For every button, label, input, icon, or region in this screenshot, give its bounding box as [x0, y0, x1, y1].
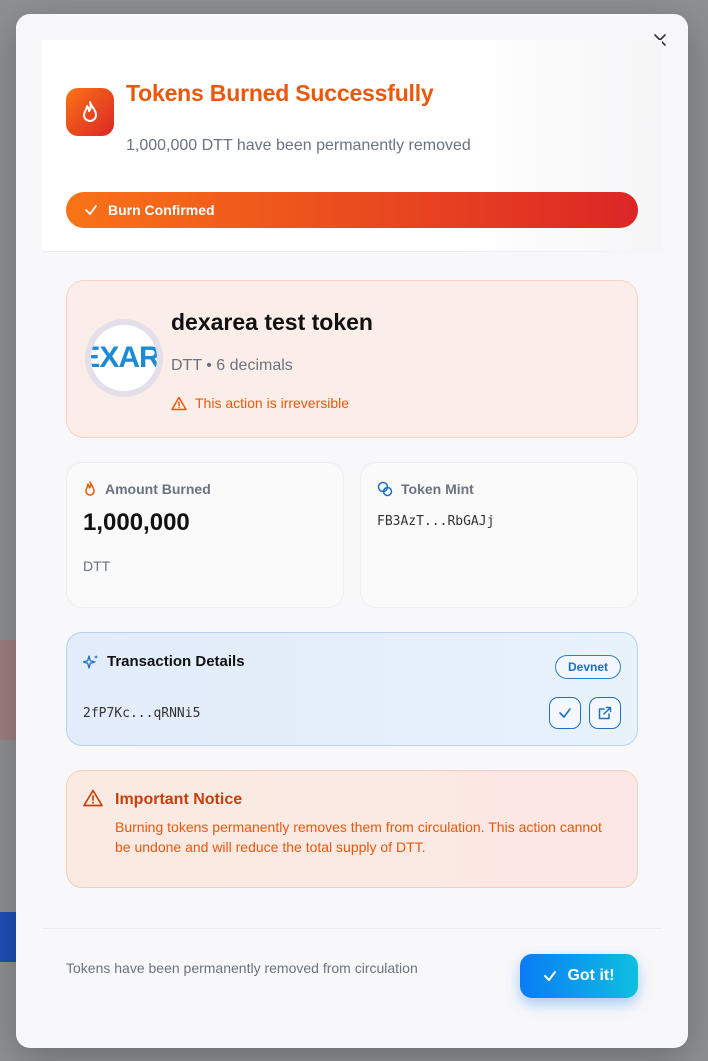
token-mint-label: Token Mint — [377, 481, 474, 497]
flame-icon — [83, 101, 97, 122]
background-element — [0, 640, 16, 740]
copy-hash-button[interactable] — [549, 697, 581, 729]
footer-text: Tokens have been permanently removed fro… — [66, 960, 418, 976]
view-explorer-button[interactable] — [589, 697, 621, 729]
transaction-title: Transaction Details — [83, 653, 245, 670]
footer-divider — [42, 928, 662, 929]
irreversible-warning: This action is irreversible — [171, 395, 349, 411]
burn-confirmed-label: Burn Confirmed — [108, 202, 215, 218]
transaction-details-card: Transaction Details Devnet 2fP7Kc...qRNN… — [66, 632, 638, 746]
notice-text: Burning tokens permanently removes them … — [115, 819, 602, 855]
dialog-subtitle: 1,000,000 DTT have been permanently remo… — [126, 137, 471, 154]
sparkles-icon — [83, 654, 98, 669]
check-icon — [85, 205, 97, 215]
network-badge: Devnet — [554, 655, 621, 679]
got-it-button[interactable]: Got it! — [520, 954, 638, 998]
background-element — [0, 912, 16, 962]
important-notice: Important Notice Burning tokens permanen… — [66, 770, 638, 888]
dialog-header: Tokens Burned Successfully 1,000,000 DTT… — [42, 40, 662, 252]
burn-confirmed-banner: Burn Confirmed — [66, 192, 638, 228]
amount-burned-unit: DTT — [83, 558, 111, 574]
amount-burned-value: 1,000,000 — [83, 509, 190, 536]
dialog-title: Tokens Burned Successfully — [126, 80, 434, 106]
amount-burned-label: Amount Burned — [83, 481, 211, 497]
check-icon — [544, 971, 557, 981]
token-info-card: EXAR dexarea test token DTT • 6 decimals… — [66, 280, 638, 438]
notice-title: Important Notice — [115, 791, 243, 808]
external-link-icon — [598, 706, 612, 720]
flame-badge — [66, 88, 114, 136]
token-mint-card: Token Mint FB3AzT...RbGAJj — [360, 462, 638, 608]
amount-burned-card: Amount Burned 1,000,000 DTT — [66, 462, 344, 608]
token-name: dexarea test token — [171, 309, 373, 335]
coins-icon — [377, 481, 393, 497]
warning-icon — [83, 789, 103, 807]
transaction-hash[interactable]: 2fP7Kc...qRNNi5 — [83, 706, 200, 721]
token-mint-address[interactable]: FB3AzT...RbGAJj — [377, 514, 494, 529]
flame-icon — [85, 481, 95, 496]
warning-icon — [171, 396, 187, 410]
check-icon — [559, 708, 571, 718]
burn-success-dialog: Tokens Burned Successfully 1,000,000 DTT… — [16, 14, 688, 1048]
token-meta: DTT • 6 decimals — [171, 357, 293, 374]
token-logo: EXAR — [91, 325, 157, 391]
